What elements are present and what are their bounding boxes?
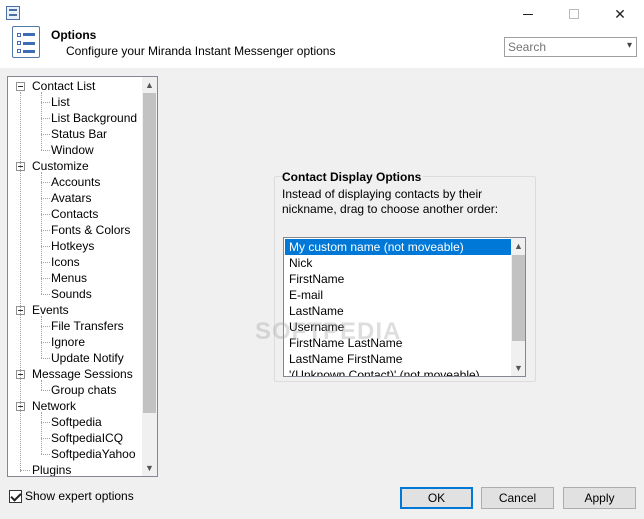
tree-connector (41, 412, 42, 454)
tree-item[interactable]: Hotkeys (51, 238, 94, 254)
name-order-item[interactable]: My custom name (not moveable) (285, 239, 511, 255)
tree-item[interactable]: Softpedia (51, 414, 102, 430)
options-icon-check (17, 41, 21, 45)
page-title: Options (51, 28, 97, 42)
minimize-icon (523, 13, 533, 15)
name-order-item[interactable]: Username (285, 319, 511, 335)
list-scroll-thumb[interactable] (512, 255, 525, 341)
group-description: Instead of displaying contacts by their … (282, 187, 499, 216)
tree-connector (41, 380, 42, 390)
tree-category[interactable]: Plugins (32, 462, 71, 476)
page-subtitle: Configure your Miranda Instant Messenger… (66, 44, 336, 58)
tree-connector (41, 422, 50, 423)
tree-connector (41, 198, 50, 199)
scroll-up-icon[interactable]: ▲ (511, 238, 525, 254)
close-icon: ✕ (614, 5, 626, 22)
options-icon-bar (23, 50, 35, 53)
scroll-up-icon[interactable]: ▲ (142, 77, 157, 93)
tree-connector (41, 294, 50, 295)
options-icon-bar (23, 33, 35, 36)
tree-item[interactable]: SoftpediaICQ (51, 430, 123, 446)
ok-button[interactable]: OK (400, 487, 473, 509)
options-tree[interactable]: Contact List List List Background Status Ba… (7, 76, 158, 477)
tree-item[interactable]: Ignore (51, 334, 85, 350)
tree-connector (41, 326, 50, 327)
list-scrollbar[interactable]: ▲ ▼ (511, 238, 525, 376)
tree-connector (41, 134, 50, 135)
tree-category[interactable]: Network (32, 398, 76, 414)
options-icon-bar (23, 42, 35, 45)
tree-item[interactable]: Window (51, 142, 94, 158)
tree-scrollbar[interactable]: ▲ ▼ (142, 77, 157, 476)
name-order-item[interactable]: '(Unknown Contact)' (not moveable) (285, 367, 511, 376)
tree-connector (41, 150, 50, 151)
tree-connector (41, 230, 50, 231)
search-box[interactable]: ▾ (504, 37, 637, 57)
tree-connector (41, 102, 50, 103)
tree-item[interactable]: File Transfers (51, 318, 124, 334)
tree-category[interactable]: Events (32, 302, 69, 318)
group-title: Contact Display Options (282, 170, 424, 184)
apply-button[interactable]: Apply (563, 487, 636, 509)
scroll-down-icon[interactable]: ▼ (142, 460, 157, 476)
tree-item[interactable]: Contacts (51, 206, 98, 222)
tree-connector (41, 182, 50, 183)
tree-connector (41, 438, 50, 439)
name-order-item[interactable]: FirstName (285, 271, 511, 287)
name-order-item[interactable]: E-mail (285, 287, 511, 303)
tree-scroll-thumb[interactable] (143, 93, 156, 413)
tree-connector (41, 454, 50, 455)
tree-item[interactable]: Update Notify (51, 350, 124, 366)
tree-connector (20, 470, 30, 471)
name-order-item[interactable]: LastName (285, 303, 511, 319)
name-order-item[interactable]: FirstName LastName (285, 335, 511, 351)
tree-connector (41, 342, 50, 343)
tree-item[interactable]: Group chats (51, 382, 116, 398)
tree-connector (41, 316, 42, 358)
collapse-toggle-icon[interactable] (16, 82, 25, 91)
scroll-down-icon[interactable]: ▼ (511, 360, 525, 376)
options-icon-check (17, 33, 21, 37)
cancel-button[interactable]: Cancel (481, 487, 554, 509)
tree-item[interactable]: Fonts & Colors (51, 222, 130, 238)
tree-item[interactable]: Icons (51, 254, 80, 270)
tree-item[interactable]: List Background (51, 110, 137, 126)
tree-item[interactable]: Menus (51, 270, 87, 286)
name-order-list[interactable]: My custom name (not moveable) Nick FirstNa… (283, 237, 526, 377)
tree-connector (41, 358, 50, 359)
tree-connector (41, 262, 50, 263)
tree-connector (20, 92, 21, 472)
tree-connector (41, 390, 50, 391)
tree-connector (41, 214, 50, 215)
tree-item[interactable]: Sounds (51, 286, 92, 302)
maximize-icon (569, 9, 579, 19)
tree-connector (41, 172, 42, 294)
tree-item[interactable]: Avatars (51, 190, 91, 206)
name-order-item[interactable]: LastName FirstName (285, 351, 511, 367)
app-icon (6, 6, 20, 20)
name-order-item[interactable]: Nick (285, 255, 511, 271)
tree-item[interactable]: List (51, 94, 70, 110)
tree-connector (41, 246, 50, 247)
tree-connector (41, 278, 50, 279)
expert-label: Show expert options (25, 489, 134, 503)
options-icon-check (17, 49, 21, 53)
tree-connector (41, 118, 50, 119)
tree-item[interactable]: Accounts (51, 174, 100, 190)
show-expert-options[interactable]: Show expert options (9, 489, 134, 503)
search-input[interactable] (505, 38, 617, 56)
tree-category[interactable]: Message Sessions (32, 366, 133, 382)
tree-item[interactable]: Status Bar (51, 126, 107, 142)
tree-connector (41, 92, 42, 150)
tree-item[interactable]: SoftpediaYahoo (51, 446, 136, 462)
expert-checkbox[interactable] (9, 489, 22, 503)
chevron-down-icon[interactable]: ▾ (627, 40, 632, 51)
options-icon (12, 26, 40, 58)
